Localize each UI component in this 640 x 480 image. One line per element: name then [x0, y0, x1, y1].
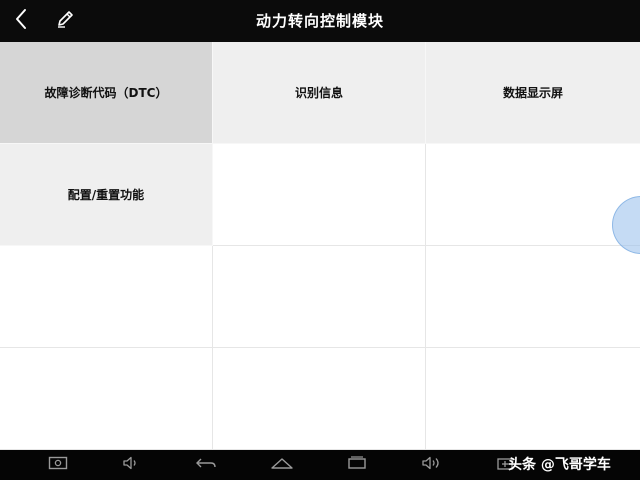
home-nav-button[interactable] [270, 454, 294, 476]
screenshot-icon [48, 455, 68, 475]
page-title: 动力转向控制模块 [255, 12, 384, 30]
tile-identification-info[interactable]: 识别信息 [213, 42, 426, 144]
back-arrow-icon [195, 455, 217, 475]
recent-apps-button[interactable] [345, 454, 369, 476]
function-grid: 故障诊断代码（DTC） 识别信息 数据显示屏 配置/重置功能 [0, 42, 640, 450]
empty-cell [0, 348, 213, 450]
top-app-bar: 动力转向控制模块 [0, 0, 640, 42]
recent-apps-icon [346, 455, 368, 475]
volume-down-button[interactable] [120, 454, 144, 476]
empty-cell [426, 144, 640, 246]
volume-down-icon [122, 455, 142, 475]
tile-config-reset[interactable]: 配置/重置功能 [0, 144, 213, 246]
app-screen: 动力转向控制模块 故障诊断代码（DTC） 识别信息 数据显示屏 配置/重置功能 [0, 0, 640, 480]
empty-cell [213, 348, 426, 450]
volume-up-icon [421, 455, 443, 475]
watermark-text: 头条 @飞哥学车 [508, 457, 611, 473]
tile-label: 数据显示屏 [502, 86, 563, 100]
empty-cell [0, 246, 213, 348]
tile-label: 识别信息 [294, 86, 343, 100]
tile-label: 配置/重置功能 [67, 188, 145, 202]
home-icon [270, 455, 294, 475]
volume-up-button[interactable] [420, 454, 444, 476]
tile-data-display[interactable]: 数据显示屏 [426, 42, 640, 144]
empty-cell [213, 144, 426, 246]
tile-dtc[interactable]: 故障诊断代码（DTC） [0, 42, 213, 144]
empty-cell [426, 246, 640, 348]
back-nav-button[interactable] [194, 454, 218, 476]
tile-label: 故障诊断代码（DTC） [44, 86, 168, 100]
empty-cell [213, 246, 426, 348]
empty-cell [426, 348, 640, 450]
screenshot-button[interactable] [46, 454, 70, 476]
